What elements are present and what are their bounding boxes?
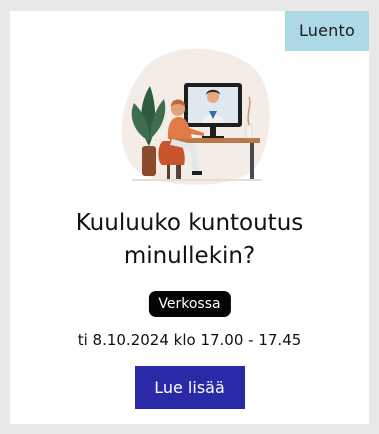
read-more-button[interactable]: Lue lisää [134, 366, 245, 409]
format-badge: Verkossa [148, 291, 231, 317]
event-title-line-1: Kuuluuko kuntoutus [75, 210, 304, 236]
event-card: Luento Kuuluuko kuntoutus minullekin? Ve… [10, 11, 369, 424]
video-call-illustration [121, 48, 270, 185]
plant-pot [142, 146, 156, 176]
event-type-badge: Luento [284, 11, 369, 51]
event-datetime: ti 8.10.2024 klo 17.00 - 17.45 [77, 331, 302, 349]
event-title: Kuuluuko kuntoutus minullekin? [10, 207, 369, 273]
event-title-line-2: minullekin? [123, 243, 256, 269]
